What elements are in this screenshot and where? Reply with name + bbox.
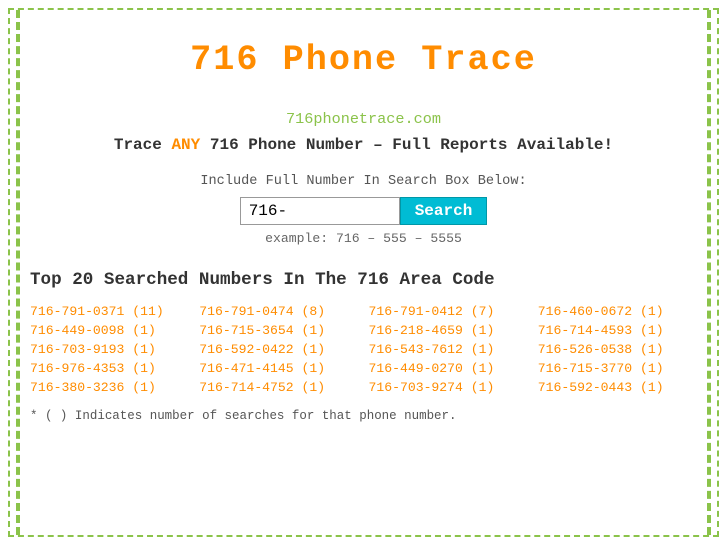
number-link[interactable]: 716-460-0672 (1) [538, 304, 697, 319]
number-link[interactable]: 716-380-3236 (1) [30, 380, 189, 395]
number-link[interactable]: 716-715-3770 (1) [538, 361, 697, 376]
page-title: 716 Phone Trace [30, 40, 697, 80]
number-link[interactable]: 716-703-9274 (1) [369, 380, 528, 395]
page-container: 716 Phone Trace 716phonetrace.com Trace … [8, 8, 719, 537]
left-border-decoration [16, 10, 24, 535]
number-link[interactable]: 716-714-4593 (1) [538, 323, 697, 338]
number-link[interactable]: 716-714-4752 (1) [199, 380, 358, 395]
tagline-highlight: ANY [171, 136, 200, 154]
number-link[interactable]: 716-976-4353 (1) [30, 361, 189, 376]
tagline-prefix: Trace [114, 136, 172, 154]
number-link[interactable]: 716-543-7612 (1) [369, 342, 528, 357]
top20-title: Top 20 Searched Numbers In The 716 Area … [30, 270, 697, 290]
right-border-decoration [703, 10, 711, 535]
search-button[interactable]: Search [400, 197, 488, 225]
number-link[interactable]: 716-218-4659 (1) [369, 323, 528, 338]
tagline-suffix: 716 Phone Number – Full Reports Availabl… [200, 136, 613, 154]
search-example: example: 716 – 555 – 5555 [30, 231, 697, 246]
number-link[interactable]: 716-592-0422 (1) [199, 342, 358, 357]
site-url: 716phonetrace.com [30, 110, 697, 128]
search-row: Search [30, 197, 697, 225]
number-link[interactable]: 716-791-0371 (11) [30, 304, 189, 319]
footnote: * ( ) Indicates number of searches for t… [30, 409, 697, 423]
number-link[interactable]: 716-449-0098 (1) [30, 323, 189, 338]
number-link[interactable]: 716-715-3654 (1) [199, 323, 358, 338]
number-link[interactable]: 716-791-0412 (7) [369, 304, 528, 319]
number-link[interactable]: 716-703-9193 (1) [30, 342, 189, 357]
number-link[interactable]: 716-471-4145 (1) [199, 361, 358, 376]
number-link[interactable]: 716-791-0474 (8) [199, 304, 358, 319]
number-link[interactable]: 716-449-0270 (1) [369, 361, 528, 376]
search-input[interactable] [240, 197, 400, 225]
number-link[interactable]: 716-592-0443 (1) [538, 380, 697, 395]
tagline: Trace ANY 716 Phone Number – Full Report… [30, 136, 697, 154]
number-link[interactable]: 716-526-0538 (1) [538, 342, 697, 357]
search-label: Include Full Number In Search Box Below: [30, 174, 697, 189]
numbers-grid: 716-791-0371 (11) 716-791-0474 (8) 716-791… [30, 304, 697, 395]
search-section: Include Full Number In Search Box Below:… [30, 174, 697, 246]
